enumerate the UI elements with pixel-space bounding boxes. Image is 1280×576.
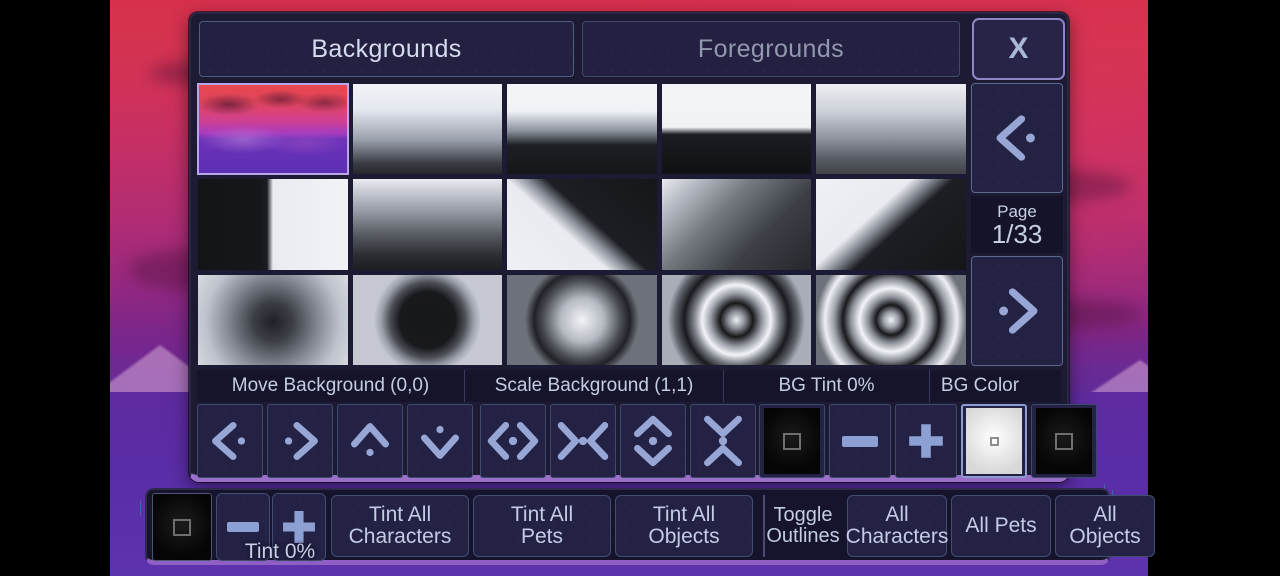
scale-shorter-button[interactable] xyxy=(690,404,756,478)
chevron-right-dot-icon xyxy=(999,288,1038,334)
move-right-button[interactable] xyxy=(267,404,333,478)
move-down-button[interactable] xyxy=(407,404,473,478)
minus-icon xyxy=(842,435,878,447)
move-down-icon xyxy=(421,425,459,459)
section-title-move-background: Move Background (0,0) xyxy=(197,370,465,402)
tint-all-pets-button[interactable]: Tint All Pets xyxy=(473,495,611,557)
close-button[interactable]: X xyxy=(972,18,1065,80)
thumbnail-radial-dark-ellipse[interactable] xyxy=(351,273,504,366)
control-button-row xyxy=(197,404,1097,478)
tint-swatch-button[interactable] xyxy=(152,493,212,561)
move-right-icon xyxy=(284,422,318,460)
move-up-button[interactable] xyxy=(337,404,403,478)
button-line-1: Tint All xyxy=(510,502,574,526)
scale-shorter-icon xyxy=(704,415,742,467)
page-label: Page xyxy=(997,201,1037,221)
pagination-column: Page 1/33 xyxy=(971,83,1063,366)
black-swatch xyxy=(764,408,820,474)
section-title-bg-color: BG Color xyxy=(940,375,1020,396)
thumbnail-gradient-vertical-band[interactable] xyxy=(660,83,813,176)
button-line-1: Tint All xyxy=(652,502,716,526)
thumbnail-radial-light-center[interactable] xyxy=(506,273,658,366)
tint-value-label: Tint 0% xyxy=(244,540,316,563)
thumbnail-radial-dark-center-soft[interactable] xyxy=(197,273,349,366)
tint-all-objects-button[interactable]: Tint All Objects xyxy=(615,495,753,557)
button-line-1: All xyxy=(885,502,909,526)
button-line-1: All xyxy=(1093,502,1117,526)
bg-color-white-button[interactable] xyxy=(961,404,1027,478)
scale-wider-button[interactable] xyxy=(480,404,546,478)
button-line-1: Tint All xyxy=(368,502,432,526)
thumbnail-gradient-vertical-light-top[interactable] xyxy=(351,83,504,176)
bg-tint-minus-button[interactable] xyxy=(829,404,891,478)
minus-icon xyxy=(227,522,259,532)
scale-narrower-button[interactable] xyxy=(550,404,616,478)
white-swatch xyxy=(966,408,1022,474)
scale-wider-icon xyxy=(487,422,539,460)
swatch-square-icon xyxy=(783,432,801,450)
scale-narrower-icon xyxy=(557,422,609,460)
bg-tint-plus-button[interactable] xyxy=(895,404,957,478)
swatch-square-icon xyxy=(989,436,999,446)
tab-row: Backgrounds Foregrounds X xyxy=(197,18,1065,80)
background-selector-panel: Backgrounds Foregrounds X Page 1/33 Move… xyxy=(189,12,1097,482)
page-next-button[interactable] xyxy=(971,256,1063,366)
page-prev-button[interactable] xyxy=(971,83,1063,193)
plus-icon xyxy=(909,424,943,458)
button-line-2: Characters xyxy=(348,525,452,548)
tint-all-characters-button[interactable]: Tint All Characters xyxy=(331,495,469,557)
section-title-bg-tint: BG Tint 0% xyxy=(724,370,930,402)
page-indicator: Page 1/33 xyxy=(971,196,1063,253)
tab-backgrounds[interactable]: Backgrounds xyxy=(199,21,574,77)
button-line-2: Objects xyxy=(1069,525,1141,548)
toggle-outlines-label: Toggle Outlines xyxy=(763,495,841,557)
toggle-outlines-all-characters-button[interactable]: All Characters xyxy=(845,495,949,557)
page-value: 1/33 xyxy=(991,218,1043,249)
thumbnail-radial-rings-double[interactable] xyxy=(660,273,813,366)
thumbnail-gradient-vertical-hard-split[interactable] xyxy=(506,83,658,176)
thumbnail-gradient-horizontal-soft[interactable] xyxy=(351,178,504,271)
black-swatch xyxy=(1036,408,1092,474)
scale-taller-button[interactable] xyxy=(620,404,686,478)
thumbnail-gradient-horizontal-split[interactable] xyxy=(197,178,349,271)
move-left-button[interactable] xyxy=(197,404,263,478)
swatch-square-icon xyxy=(1055,432,1073,450)
chevron-left-dot-icon xyxy=(996,115,1035,161)
toggle-outlines-all-objects-button[interactable]: All Objects xyxy=(1055,495,1155,557)
button-line-1: All Pets xyxy=(965,513,1037,537)
label-line-2: Outlines xyxy=(766,525,840,547)
button-line-2: Pets xyxy=(520,525,564,548)
thumbnail-landscape-sunset-scene[interactable] xyxy=(197,83,349,176)
button-line-2: Characters xyxy=(845,525,949,548)
thumbnail-grid xyxy=(197,83,967,366)
move-up-icon xyxy=(351,423,389,457)
thumbnail-gradient-diagonal-down-right[interactable] xyxy=(815,178,967,271)
tab-foregrounds[interactable]: Foregrounds xyxy=(582,21,960,77)
thumbnail-landscape-detail xyxy=(199,85,347,174)
toggle-outlines-all-pets-button[interactable]: All Pets xyxy=(951,495,1051,557)
move-left-icon xyxy=(212,422,246,460)
bg-color-black-button[interactable] xyxy=(1031,404,1097,478)
section-header-bar: Move Background (0,0) Scale Background (… xyxy=(197,370,1061,402)
label-line-1: Toggle xyxy=(773,503,833,526)
thumbnail-gradient-corner-light[interactable] xyxy=(660,178,813,271)
grass-blade xyxy=(140,500,141,516)
thumbnail-gradient-vertical-soft-grey[interactable] xyxy=(815,83,967,176)
scale-taller-icon xyxy=(634,415,672,467)
bg-tint-swatch-button[interactable] xyxy=(759,404,825,478)
section-title-scale-background: Scale Background (1,1) xyxy=(465,370,724,402)
button-line-2: Objects xyxy=(648,525,720,548)
thumbnail-radial-rings-triple[interactable] xyxy=(815,273,967,366)
bottom-toolbar: Tint 0% Tint All Characters Tint All Pet… xyxy=(145,488,1155,565)
swatch-square-icon xyxy=(173,518,191,536)
screen: Backgrounds Foregrounds X Page 1/33 Move… xyxy=(0,0,1280,576)
thumbnail-gradient-diagonal-up-right[interactable] xyxy=(506,178,658,271)
